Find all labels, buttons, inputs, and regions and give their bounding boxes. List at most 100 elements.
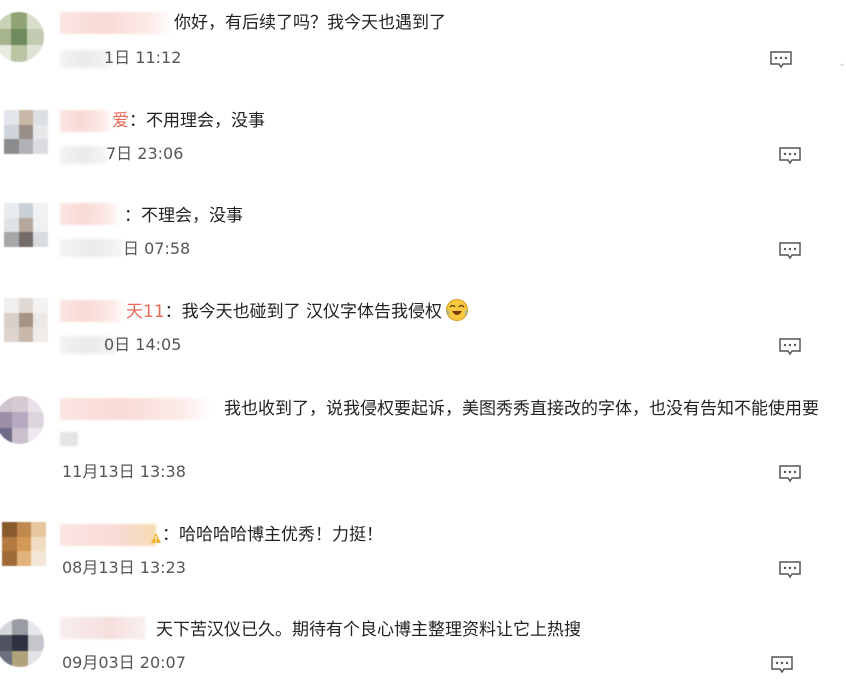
avatar-pixel <box>0 396 12 412</box>
comment-body: 我也收到了，说我侵权要起诉，美图秀秀直接改的字体，也没有告知不能使用要 <box>224 399 819 419</box>
reply-comment-icon[interactable] <box>778 241 802 261</box>
avatar-pixel <box>33 217 48 233</box>
avatar-pixel <box>16 522 32 537</box>
avatar-pixel <box>18 298 34 313</box>
comment-text: ：不理会，没事 <box>124 203 243 229</box>
avatar-pixel <box>28 619 44 635</box>
username-redacted[interactable] <box>60 12 172 34</box>
comment-date: 0日 14:05 <box>104 335 182 354</box>
comment-text: 我也收到了，说我侵权要起诉，美图秀秀直接改的字体，也没有告知不能使用要 <box>224 396 819 422</box>
avatar-pixel <box>10 28 28 46</box>
name-extra-redacted <box>60 432 78 446</box>
avatar-pixel <box>33 203 48 218</box>
reply-comment-icon[interactable] <box>770 655 794 675</box>
comment-date: 日 07:58 <box>123 239 191 258</box>
avatar-pixel <box>33 298 48 313</box>
username-redacted[interactable] <box>60 398 210 420</box>
separator: ： <box>164 302 182 322</box>
avatar-pixel <box>0 651 12 667</box>
scroll-indicator: ⌄ <box>838 58 846 69</box>
avatar-pixel <box>33 139 48 154</box>
comment-text: 天11：我今天也碰到了 汉仪字体告我侵权 <box>126 298 469 325</box>
avatar-pixel <box>0 412 12 428</box>
comment-text: ：哈哈哈哈博主优秀！力挺！ <box>162 522 383 548</box>
comment-text: 你好，有后续了吗？我今天也遇到了 <box>174 10 446 36</box>
avatar-pixel <box>27 28 44 46</box>
avatar-pixel <box>12 412 28 428</box>
avatar-pixel <box>10 12 28 29</box>
username-redacted[interactable] <box>60 617 146 639</box>
avatar-pixel <box>2 522 17 537</box>
username-tail[interactable]: 天11 <box>126 302 165 322</box>
comment-date: 1日 11:12 <box>104 48 182 67</box>
avatar-pixel <box>18 124 34 140</box>
avatar-pixel <box>0 428 12 444</box>
avatar[interactable] <box>4 110 48 154</box>
avatar-pixel <box>4 232 19 247</box>
avatar-pixel <box>28 428 44 444</box>
comment-text: 爱：不用理会，没事 <box>112 108 265 134</box>
avatar-pixel <box>16 536 32 552</box>
date-redacted <box>60 239 122 257</box>
avatar-pixel <box>18 232 34 247</box>
avatar-pixel <box>28 412 44 428</box>
username-redacted[interactable] <box>60 524 156 546</box>
avatar-pixel <box>0 45 11 62</box>
username-redacted[interactable] <box>60 110 114 132</box>
avatar-pixel <box>18 327 34 342</box>
avatar-pixel <box>12 396 28 412</box>
avatar-pixel <box>16 551 32 566</box>
comment-date: 08月13日 13:23 <box>62 558 186 577</box>
avatar-pixel <box>0 619 12 635</box>
avatar-pixel <box>12 635 28 651</box>
avatar-pixel <box>31 522 46 537</box>
avatar[interactable] <box>4 203 48 247</box>
comment-date: 11月13日 13:38 <box>62 462 186 481</box>
avatar-pixel <box>0 28 11 46</box>
reply-comment-icon[interactable] <box>778 337 802 357</box>
avatar-pixel <box>4 217 19 233</box>
reply-comment-icon[interactable] <box>778 146 802 166</box>
avatar-pixel <box>4 203 19 218</box>
username-redacted[interactable] <box>60 203 120 225</box>
avatar-pixel <box>12 619 28 635</box>
comment-body: 不理会，没事 <box>141 206 243 226</box>
comment-text: 天下苦汉仪已久。期待有个良心博主整理资料让它上热搜 <box>156 617 581 643</box>
username-redacted[interactable] <box>60 300 126 322</box>
avatar-pixel <box>27 12 44 29</box>
avatar-pixel <box>33 312 48 328</box>
avatar-pixel <box>4 110 19 125</box>
avatar-pixel <box>31 551 46 566</box>
avatar[interactable] <box>0 619 44 667</box>
avatar-pixel <box>0 12 11 29</box>
avatar-pixel <box>33 327 48 342</box>
avatar-pixel <box>4 124 19 140</box>
comment-date: 09月03日 20:07 <box>62 653 186 672</box>
avatar[interactable] <box>0 396 44 444</box>
avatar-pixel <box>28 396 44 412</box>
comment-date: 7日 23:06 <box>106 144 184 163</box>
avatar-pixel <box>18 203 34 218</box>
date-redacted <box>60 146 106 164</box>
username-tail[interactable]: 爱 <box>112 111 129 131</box>
crying-laughing-emoji-icon <box>446 299 469 321</box>
avatar-pixel <box>18 139 34 154</box>
avatar-pixel <box>18 217 34 233</box>
avatar-pixel <box>33 232 48 247</box>
avatar-pixel <box>10 45 28 62</box>
separator: ： <box>129 111 146 131</box>
avatar-pixel <box>28 651 44 667</box>
avatar-pixel <box>4 312 19 328</box>
avatar[interactable] <box>4 298 48 342</box>
avatar[interactable] <box>2 522 46 566</box>
separator: ： <box>124 206 141 226</box>
comment-body: 天下苦汉仪已久。期待有个良心博主整理资料让它上热搜 <box>156 620 581 640</box>
avatar[interactable] <box>0 12 44 62</box>
reply-comment-icon[interactable] <box>769 50 793 70</box>
comment-body: 哈哈哈哈博主优秀！力挺！ <box>179 525 383 545</box>
avatar-pixel <box>4 139 19 154</box>
comment-body: 你好，有后续了吗？我今天也遇到了 <box>174 13 446 33</box>
separator: ： <box>162 525 179 545</box>
reply-comment-icon[interactable] <box>778 560 802 580</box>
reply-comment-icon[interactable] <box>778 464 802 484</box>
